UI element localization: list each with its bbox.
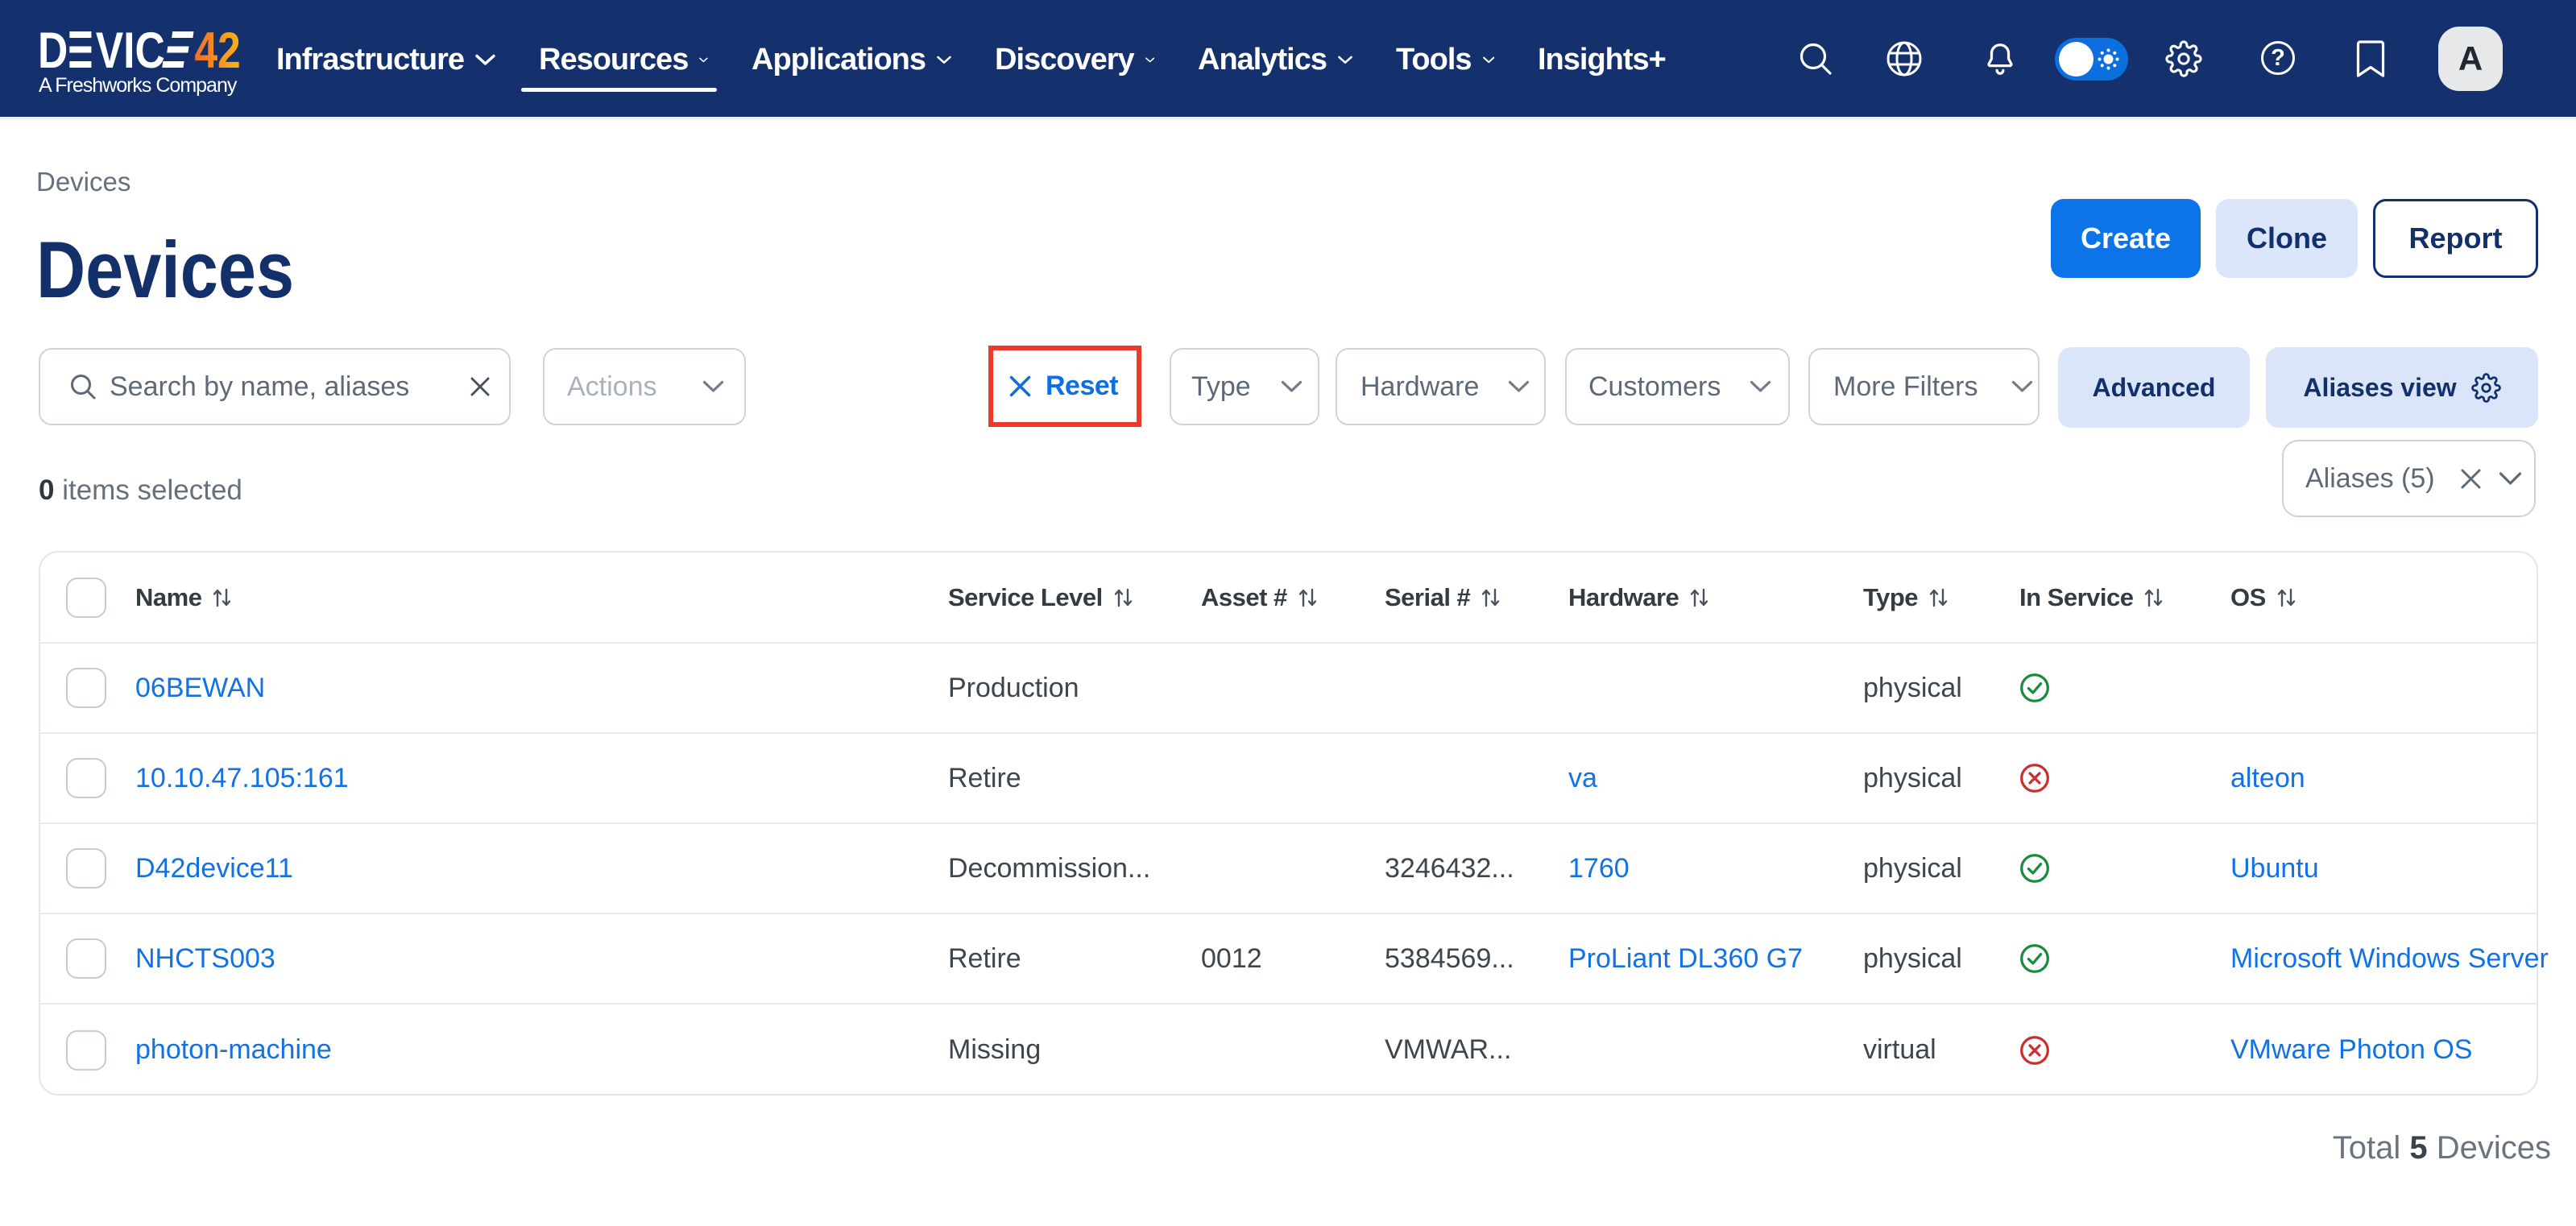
svg-text:42: 42: [194, 31, 240, 70]
svg-text:?: ?: [2271, 45, 2285, 71]
svg-text:D: D: [38, 31, 68, 70]
svg-text:VIC: VIC: [96, 31, 165, 70]
